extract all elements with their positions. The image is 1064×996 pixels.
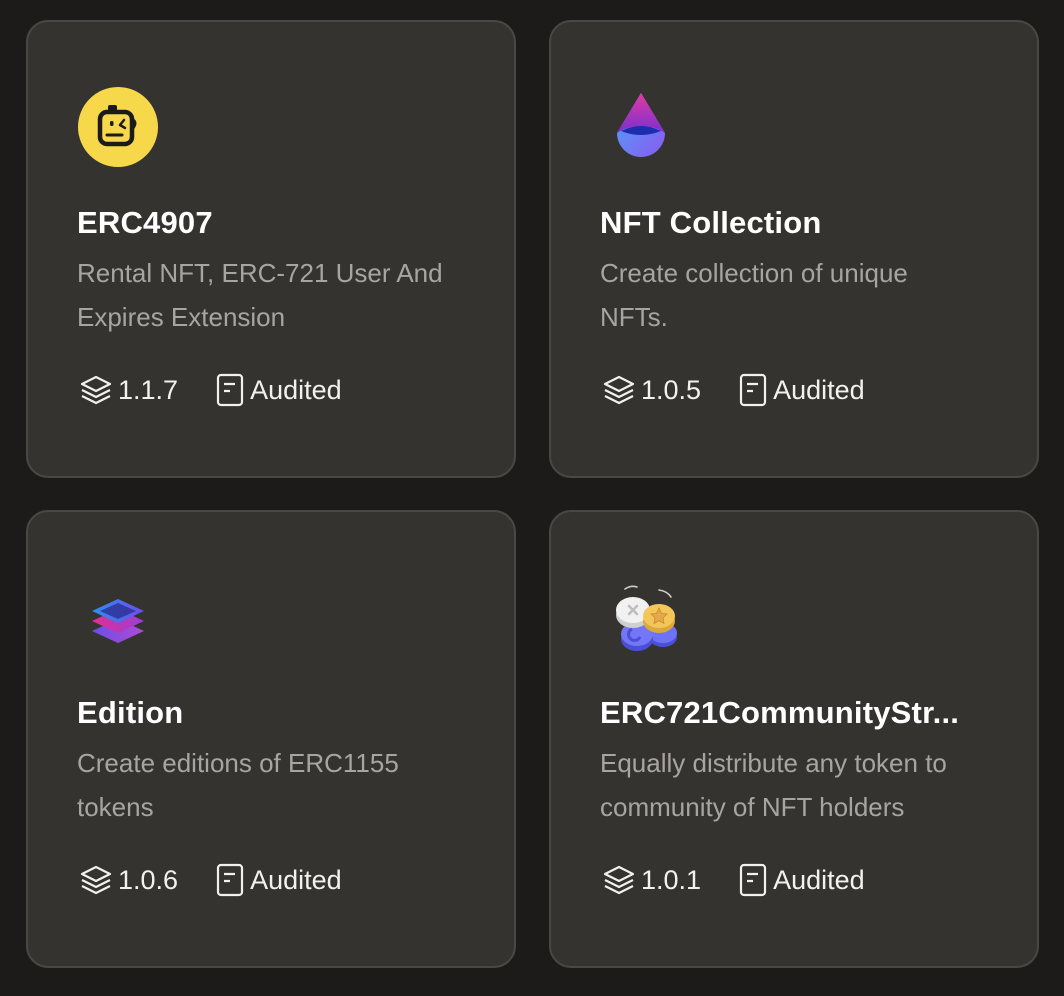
document-icon	[737, 372, 769, 408]
contract-card-erc721-community-stream[interactable]: ERC721CommunityStr... Equally distribute…	[549, 510, 1039, 968]
document-icon	[214, 372, 246, 408]
coins-pile-icon	[599, 575, 683, 659]
version-label: 1.1.7	[118, 374, 179, 405]
card-title: ERC721CommunityStr...	[600, 695, 960, 730]
card-meta: 1.0.1 Audited	[601, 862, 865, 898]
audit-status: Audited	[250, 864, 342, 895]
layers-icon	[78, 862, 114, 898]
drop-icon	[599, 85, 683, 169]
card-title: NFT Collection	[600, 205, 822, 240]
audit-status: Audited	[773, 374, 865, 405]
card-description: Rental NFT, ERC-721 User And Expires Ext…	[77, 258, 443, 332]
version-label: 1.0.5	[641, 374, 702, 405]
contract-card-erc4907[interactable]: ERC4907 Rental NFT, ERC-721 User And Exp…	[26, 20, 516, 478]
robot-face-icon	[76, 85, 160, 169]
card-description: Create collection of unique NFTs.	[600, 258, 908, 332]
card-description: Create editions of ERC1155 tokens	[77, 748, 399, 822]
layers-icon	[601, 862, 637, 898]
card-meta: 1.0.6 Audited	[78, 862, 342, 898]
card-title: Edition	[77, 695, 184, 730]
layers-icon	[78, 372, 114, 408]
document-icon	[737, 862, 769, 898]
contract-card-nft-collection[interactable]: NFT Collection Create collection of uniq…	[549, 20, 1039, 478]
audit-status: Audited	[250, 374, 342, 405]
layers-icon	[601, 372, 637, 408]
contract-card-grid: ERC4907 Rental NFT, ERC-721 User And Exp…	[0, 0, 1064, 996]
audit-status: Audited	[773, 864, 865, 895]
document-icon	[214, 862, 246, 898]
contract-card-edition[interactable]: Edition Create editions of ERC1155 token…	[26, 510, 516, 968]
layers-stack-icon	[76, 575, 160, 659]
card-description: Equally distribute any token to communit…	[600, 748, 947, 822]
card-title: ERC4907	[77, 205, 213, 240]
version-label: 1.0.6	[118, 864, 179, 895]
card-meta: 1.1.7 Audited	[78, 372, 342, 408]
version-label: 1.0.1	[641, 864, 702, 895]
card-meta: 1.0.5 Audited	[601, 372, 865, 408]
